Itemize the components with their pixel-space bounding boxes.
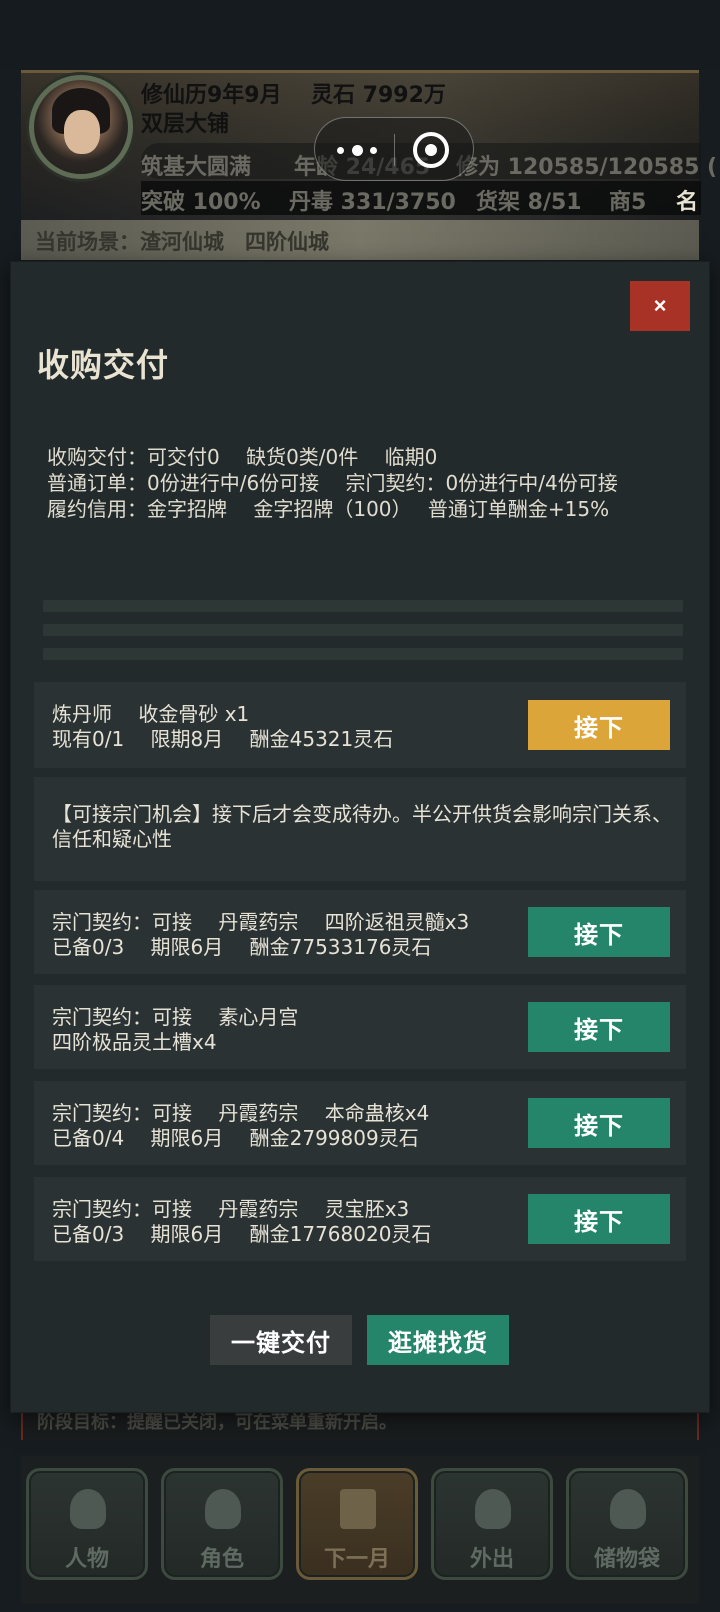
nav-next-month[interactable]: 下一月 xyxy=(296,1468,418,1580)
nav-role[interactable]: 角色 xyxy=(161,1468,283,1580)
bag-icon xyxy=(610,1489,646,1529)
accept-contract-button[interactable]: 接下 xyxy=(528,907,670,957)
avatar[interactable] xyxy=(29,75,133,179)
notice-card: 【可接宗门机会】接下后才会变成待办。半公开供货会影响宗门关系、信任和疑心性 xyxy=(34,777,686,881)
contract-line-2: 已备0/3 期限6月 酬金77533176灵石 xyxy=(52,935,432,959)
notice-text: 【可接宗门机会】接下后才会变成待办。半公开供货会影响宗门关系、信任和疑心性 xyxy=(52,802,672,851)
scene-text: 当前场景：渣河仙城 四阶仙城 xyxy=(35,230,329,254)
role-icon xyxy=(205,1489,241,1529)
nav-label: 角色 xyxy=(199,1547,244,1572)
contract-card: 宗门契约：可接 丹霞药宗 本命蛊核x4 已备0/4 期限6月 酬金2799809… xyxy=(34,1081,686,1165)
accept-order-button[interactable]: 接下 xyxy=(528,700,670,750)
contract-line-1: 宗门契约：可接 丹霞药宗 本命蛊核x4 xyxy=(52,1101,430,1125)
status-area xyxy=(0,0,720,70)
scene-bar: 当前场景：渣河仙城 四阶仙城 xyxy=(21,220,699,260)
nav-label: 人物 xyxy=(64,1547,109,1572)
bottom-nav: 人物 角色 下一月 外出 储物袋 xyxy=(21,1456,699,1604)
faded-background-text xyxy=(43,600,683,670)
accept-contract-button[interactable]: 接下 xyxy=(528,1002,670,1052)
fame-text: 名 xyxy=(676,190,699,215)
contract-text: 宗门契约：可接 素心月宫 四阶极品灵土槽x4 xyxy=(52,1005,298,1055)
order-text: 炼丹师 收金骨砂 x1 现有0/1 限期8月 酬金45321灵石 xyxy=(52,702,393,752)
browse-stalls-button[interactable]: 逛摊找货 xyxy=(367,1315,509,1365)
capsule-divider xyxy=(394,134,395,166)
travel-icon xyxy=(475,1489,511,1529)
contract-line-1: 宗门契约：可接 丹霞药宗 四阶返祖灵髓x3 xyxy=(52,910,470,934)
game-screen: 修仙历9年9月 灵石 7992万 双层大铺 筑基大圆满 年龄 24/465 修为… xyxy=(0,0,720,1612)
avatar-face xyxy=(64,110,100,154)
close-miniprogram-icon[interactable] xyxy=(413,132,449,168)
modal-title: 收购交付 xyxy=(37,346,170,384)
contract-line-2: 已备0/3 期限6月 酬金17768020灵石 xyxy=(52,1222,432,1246)
accept-contract-button[interactable]: 接下 xyxy=(528,1098,670,1148)
nav-label: 下一月 xyxy=(323,1547,390,1572)
shelves-text: 货架 8/51 xyxy=(476,190,582,215)
summary-delivery: 收购交付：可交付0 缺货0类/0件 临期0 xyxy=(47,445,438,469)
order-card: 炼丹师 收金骨砂 x1 现有0/1 限期8月 酬金45321灵石 接下 xyxy=(34,682,686,768)
contract-card: 宗门契约：可接 丹霞药宗 四阶返祖灵髓x3 已备0/3 期限6月 酬金77533… xyxy=(34,890,686,974)
more-icon[interactable] xyxy=(337,141,377,159)
calendar-text: 修仙历9年9月 xyxy=(141,83,282,108)
contract-line-1: 宗门契约：可接 素心月宫 xyxy=(52,1005,299,1029)
close-button[interactable]: × xyxy=(630,281,690,331)
deliver-all-button[interactable]: 一键交付 xyxy=(210,1315,352,1365)
realm-text: 筑基大圆满 xyxy=(141,155,252,180)
accept-contract-button[interactable]: 接下 xyxy=(528,1194,670,1244)
contract-line-2: 四阶极品灵土槽x4 xyxy=(52,1030,217,1054)
nav-label: 外出 xyxy=(469,1547,514,1572)
nav-travel[interactable]: 外出 xyxy=(431,1468,553,1580)
cultivation-text: 修为 120585/120585 ( xyxy=(456,155,718,180)
flag-icon xyxy=(340,1489,376,1529)
contract-line-2: 已备0/4 期限6月 酬金2799809灵石 xyxy=(52,1126,419,1150)
summary-credit: 履约信用：金字招牌 金字招牌（100） 普通订单酬金+15% xyxy=(47,497,610,521)
nav-label: 储物袋 xyxy=(593,1547,660,1572)
shop-type-text: 双层大铺 xyxy=(141,112,230,137)
contract-card: 宗门契约：可接 丹霞药宗 灵宝胚x3 已备0/3 期限6月 酬金17768020… xyxy=(34,1177,686,1261)
contract-text: 宗门契约：可接 丹霞药宗 本命蛊核x4 已备0/4 期限6月 酬金2799809… xyxy=(52,1101,429,1151)
purchase-delivery-modal: × 收购交付 收购交付：可交付0 缺货0类/0件 临期0 普通订单：0份进行中/… xyxy=(11,262,709,1412)
order-line-2: 现有0/1 限期8月 酬金45321灵石 xyxy=(52,727,394,751)
contract-card: 宗门契约：可接 素心月宫 四阶极品灵土槽x4 接下 xyxy=(34,985,686,1069)
summary-orders: 普通订单：0份进行中/6份可接 宗门契约：0份进行中/4份可接 xyxy=(47,471,618,495)
breakthrough-text: 突破 100% xyxy=(141,190,261,215)
nav-storage-bag[interactable]: 储物袋 xyxy=(566,1468,688,1580)
contract-text: 宗门契约：可接 丹霞药宗 灵宝胚x3 已备0/3 期限6月 酬金17768020… xyxy=(52,1197,431,1247)
contract-text: 宗门契约：可接 丹霞药宗 四阶返祖灵髓x3 已备0/3 期限6月 酬金77533… xyxy=(52,910,469,960)
person-icon xyxy=(70,1489,106,1529)
merchant-text: 商5 xyxy=(609,190,647,215)
contract-line-1: 宗门契约：可接 丹霞药宗 灵宝胚x3 xyxy=(52,1197,410,1221)
summary-block: 收购交付：可交付0 缺货0类/0件 临期0 普通订单：0份进行中/6份可接 宗门… xyxy=(47,444,618,522)
order-line-1: 炼丹师 收金骨砂 x1 xyxy=(52,702,250,726)
nav-person[interactable]: 人物 xyxy=(26,1468,148,1580)
mini-program-capsule xyxy=(314,117,474,181)
pill-toxicity-text: 丹毒 331/3750 xyxy=(289,190,456,215)
spirit-stone-text: 灵石 7992万 xyxy=(311,83,446,108)
